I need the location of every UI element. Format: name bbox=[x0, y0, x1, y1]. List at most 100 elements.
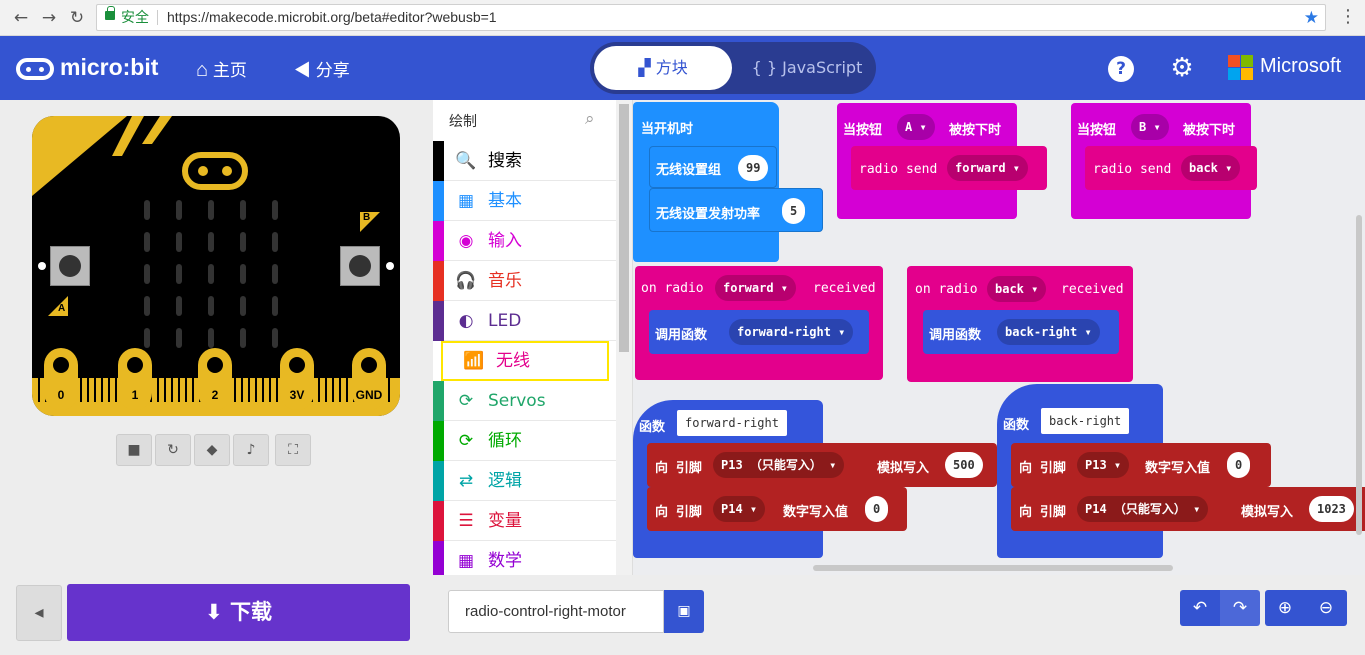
led bbox=[240, 296, 246, 316]
category-label: 变量 bbox=[488, 511, 522, 531]
toolbox-category-basic[interactable]: ▦ 基本 bbox=[433, 181, 616, 221]
string-dropdown[interactable]: back bbox=[1181, 155, 1241, 181]
help-icon[interactable]: ? bbox=[1108, 56, 1134, 82]
button-dropdown[interactable]: B bbox=[1131, 114, 1169, 140]
led bbox=[240, 328, 246, 348]
browser-menu-icon[interactable]: ⋮ bbox=[1338, 6, 1358, 30]
led bbox=[240, 264, 246, 284]
analog-write-pin-block[interactable]: 向 引脚 P13 （只能写入） 模拟写入 500 bbox=[647, 443, 997, 487]
search-icon[interactable]: ⌕ bbox=[585, 109, 595, 129]
function-name-input[interactable]: forward-right bbox=[677, 410, 787, 436]
bookmark-star-icon[interactable]: ★ bbox=[1304, 5, 1319, 30]
led bbox=[272, 296, 278, 316]
save-button[interactable]: ▣ bbox=[664, 590, 704, 633]
stop-button[interactable]: ■ bbox=[116, 434, 152, 466]
value-input[interactable]: 1023 bbox=[1309, 496, 1354, 522]
toolbox-category-input[interactable]: ◉ 输入 bbox=[433, 221, 616, 261]
share-label: 分享 bbox=[315, 61, 350, 80]
ms-square-red bbox=[1228, 55, 1240, 67]
forward-icon[interactable]: → bbox=[38, 7, 60, 29]
button-dropdown[interactable]: A bbox=[897, 114, 935, 140]
radio-set-power-block[interactable]: 无线设置发射功率 5 bbox=[649, 188, 823, 232]
toolbox-category-loops[interactable]: ⟳ 循环 bbox=[433, 421, 616, 461]
pin-dropdown[interactable]: P14 （只能写入） bbox=[1077, 496, 1209, 522]
undo-icon: ↶ bbox=[1192, 598, 1208, 618]
search-category-bar bbox=[433, 141, 444, 181]
digital-write-pin-block[interactable]: 向 引脚 P13 数字写入值 0 bbox=[1011, 443, 1271, 487]
toolbox-scroll-thumb[interactable] bbox=[619, 104, 629, 352]
toolbox-category-logic[interactable]: ⇄ 逻辑 bbox=[433, 461, 616, 501]
group-number-input[interactable]: 99 bbox=[738, 155, 769, 181]
block-text: 调用函数 bbox=[929, 328, 982, 343]
toolbox-search-label: 绘制 bbox=[449, 114, 477, 130]
board-ring bbox=[386, 262, 394, 270]
block-text: 向 引脚 bbox=[1019, 505, 1066, 520]
function-dropdown[interactable]: forward-right bbox=[729, 319, 854, 345]
connector-tooth bbox=[157, 378, 159, 402]
reload-icon[interactable]: ↻ bbox=[66, 7, 88, 29]
mute-button[interactable]: ♪ bbox=[233, 434, 269, 466]
blocks-workspace[interactable]: 当开机时 无线设置组 99 无线设置发射功率 5 当按钮 A 被按下时 radi… bbox=[633, 100, 1365, 575]
back-icon[interactable]: ← bbox=[10, 7, 32, 29]
call-function-block[interactable]: 调用函数 forward-right bbox=[649, 310, 869, 354]
zoom-in-button[interactable]: ⊕ bbox=[1265, 590, 1305, 626]
block-text: 函数 bbox=[1003, 418, 1030, 433]
javascript-tab[interactable]: { } JavaScript bbox=[740, 46, 874, 90]
call-function-block[interactable]: 调用函数 back-right bbox=[923, 310, 1119, 354]
power-number-input[interactable]: 5 bbox=[782, 198, 806, 224]
function-dropdown[interactable]: back-right bbox=[997, 319, 1100, 345]
led bbox=[240, 232, 246, 252]
share-button[interactable]: ◀ 分享 bbox=[294, 56, 350, 81]
home-button[interactable]: ⌂ 主页 bbox=[196, 56, 247, 82]
block-text: on radio bbox=[641, 281, 704, 296]
value-input[interactable]: 0 bbox=[865, 496, 889, 522]
workspace-v-scrollbar[interactable] bbox=[1356, 215, 1362, 535]
category-color-bar bbox=[433, 501, 444, 541]
undo-button[interactable]: ↶ bbox=[1180, 590, 1220, 626]
button-b[interactable] bbox=[340, 246, 380, 286]
led bbox=[176, 200, 182, 220]
toolbox-category-music[interactable]: 🎧 音乐 bbox=[433, 261, 616, 301]
download-button[interactable]: ⬇ 下载 bbox=[67, 584, 410, 641]
debug-button[interactable]: ◆ bbox=[194, 434, 230, 466]
value-input[interactable]: 500 bbox=[945, 452, 983, 478]
collapse-simulator-button[interactable]: ◂ bbox=[16, 585, 62, 641]
connector-tooth bbox=[318, 378, 320, 402]
button-a[interactable] bbox=[50, 246, 90, 286]
basic-icon: ▦ bbox=[457, 191, 475, 211]
workspace-h-scrollbar[interactable] bbox=[813, 565, 1173, 571]
redo-button[interactable]: ↷ bbox=[1220, 590, 1260, 626]
function-name-input[interactable]: back-right bbox=[1041, 408, 1130, 434]
app-header: micro:bit ⌂ 主页 ◀ 分享 ▞ 方块 { } JavaScript … bbox=[0, 36, 1365, 100]
pin-dropdown[interactable]: P13 bbox=[1077, 452, 1130, 478]
address-bar[interactable]: 安全 https://makecode.microbit.org/beta#ed… bbox=[96, 4, 1326, 31]
pin-dropdown[interactable]: P14 bbox=[713, 496, 766, 522]
button-b-marker: B bbox=[360, 212, 382, 234]
connector-tooth bbox=[87, 378, 89, 402]
fullscreen-button[interactable]: ⛶ bbox=[275, 434, 311, 466]
ms-square-yellow bbox=[1241, 68, 1253, 80]
toolbox-category-search[interactable]: 🔍 搜索 bbox=[433, 141, 616, 181]
block-text: 无线设置组 bbox=[656, 163, 722, 178]
browser-toolbar: ← → ↻ 安全 https://makecode.microbit.org/b… bbox=[0, 0, 1365, 36]
restart-button[interactable]: ↻ bbox=[155, 434, 191, 466]
toolbox-category-led[interactable]: ◐ LED bbox=[433, 301, 616, 341]
radio-set-group-block[interactable]: 无线设置组 99 bbox=[649, 146, 777, 188]
toolbox-category-servos[interactable]: ⟳ Servos bbox=[433, 381, 616, 421]
analog-write-pin-block[interactable]: 向 引脚 P14 （只能写入） 模拟写入 1023 bbox=[1011, 487, 1365, 531]
digital-write-pin-block[interactable]: 向 引脚 P14 数字写入值 0 bbox=[647, 487, 907, 531]
category-color-bar bbox=[433, 301, 444, 341]
value-input[interactable]: 0 bbox=[1227, 452, 1251, 478]
string-dropdown[interactable]: forward bbox=[947, 155, 1029, 181]
radio-send-string-block[interactable]: radio send back bbox=[1085, 146, 1257, 190]
toolbox-category-variables[interactable]: ☰ 变量 bbox=[433, 501, 616, 541]
settings-gear-icon[interactable]: ⚙ bbox=[1168, 53, 1196, 83]
radio-send-string-block[interactable]: radio send forward bbox=[851, 146, 1047, 190]
project-name-input[interactable]: radio-control-right-motor bbox=[448, 590, 664, 633]
pin-dropdown[interactable]: P13 （只能写入） bbox=[713, 452, 845, 478]
string-dropdown[interactable]: back bbox=[987, 276, 1047, 302]
blocks-tab[interactable]: ▞ 方块 bbox=[594, 46, 732, 90]
toolbox-category-radio[interactable]: 📶 无线 bbox=[441, 341, 609, 381]
string-dropdown[interactable]: forward bbox=[715, 275, 797, 301]
zoom-out-button[interactable]: ⊖ bbox=[1305, 590, 1347, 626]
